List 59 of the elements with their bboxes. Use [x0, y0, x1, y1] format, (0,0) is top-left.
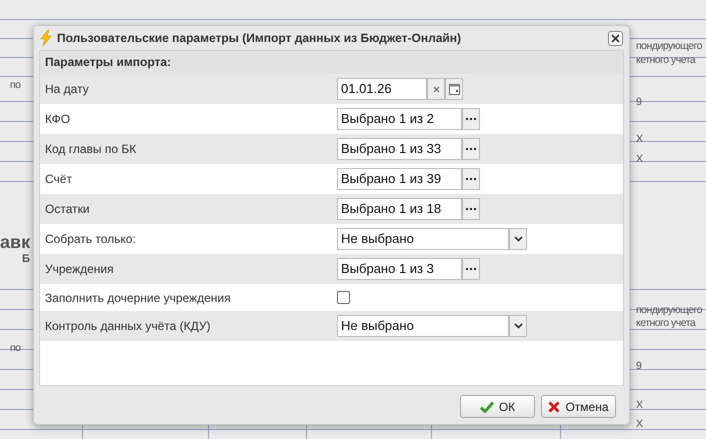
calendar-icon — [448, 84, 460, 94]
background-text: по — [10, 342, 21, 355]
checkmark-icon — [480, 400, 494, 412]
lookup-field[interactable]: Выбрано 1 из 2 — [337, 108, 462, 130]
clear-button[interactable] — [427, 78, 445, 100]
background-text: пондирующего — [636, 40, 702, 53]
browse-button[interactable] — [462, 108, 480, 130]
ellipsis-icon — [466, 118, 476, 120]
ellipsis-icon — [466, 208, 476, 210]
browse-button[interactable] — [462, 168, 480, 190]
field-label: КФО — [45, 111, 72, 128]
background-text: X — [636, 399, 643, 412]
field-label: Счёт — [45, 171, 73, 188]
browse-button[interactable] — [462, 138, 480, 160]
lightning-icon — [40, 30, 52, 46]
lookup-field[interactable]: Выбрано 1 из 18 — [337, 198, 462, 220]
background-text: кетного учета — [636, 317, 696, 330]
close-icon — [611, 34, 620, 42]
browse-button[interactable] — [462, 258, 480, 280]
dropdown-button[interactable] — [509, 228, 527, 250]
field-label: Остатки — [45, 201, 91, 218]
field-label: Код главы по БК — [45, 141, 138, 158]
background-text: X — [636, 153, 643, 166]
lookup-field[interactable]: Выбрано 1 из 3 — [337, 258, 462, 280]
close-button[interactable] — [608, 30, 623, 46]
field-label: Учреждения — [45, 261, 115, 278]
dialog-title: Пользовательские параметры (Импорт данных из Бюджет-Онлайн) — [57, 30, 462, 47]
clear-icon — [432, 86, 440, 92]
field-label: На дату — [45, 81, 90, 98]
browse-button[interactable] — [462, 198, 480, 220]
background-text: 9 — [636, 96, 642, 109]
background-text: X — [636, 133, 643, 146]
ok-button[interactable]: ОК — [460, 395, 535, 418]
lookup-field[interactable]: Выбрано 1 из 33 — [337, 138, 462, 160]
background-text: пондирующего — [636, 304, 702, 317]
checkbox[interactable] — [337, 291, 350, 304]
caret-icon — [514, 236, 522, 242]
field-label: Контроль данных учёта (КДУ) — [45, 318, 212, 335]
background-text: по — [10, 79, 21, 92]
date-field[interactable]: 01.01.26 — [337, 78, 427, 100]
ellipsis-icon — [466, 268, 476, 270]
background-text: X — [636, 418, 643, 431]
cross-icon — [548, 400, 560, 412]
ellipsis-icon — [466, 148, 476, 150]
caret-icon — [514, 323, 522, 329]
calendar-button[interactable] — [445, 78, 463, 100]
section-header: Параметры импорта: — [40, 51, 623, 74]
cancel-button[interactable]: Отмена — [541, 395, 616, 418]
field-label: Заполнить дочерние учреждения — [45, 290, 232, 306]
dropdown-button[interactable] — [509, 315, 527, 337]
background-text: Б — [22, 253, 30, 266]
dropdown-field[interactable]: Не выбрано — [337, 315, 509, 337]
background-text: авк — [0, 231, 30, 253]
lookup-field[interactable]: Выбрано 1 из 39 — [337, 168, 462, 190]
dropdown-field[interactable]: Не выбрано — [337, 228, 509, 250]
background-text: кетного учета — [636, 54, 696, 67]
ellipsis-icon — [466, 178, 476, 180]
field-label: Собрать только: — [45, 231, 137, 248]
background-text: 9 — [636, 360, 642, 373]
